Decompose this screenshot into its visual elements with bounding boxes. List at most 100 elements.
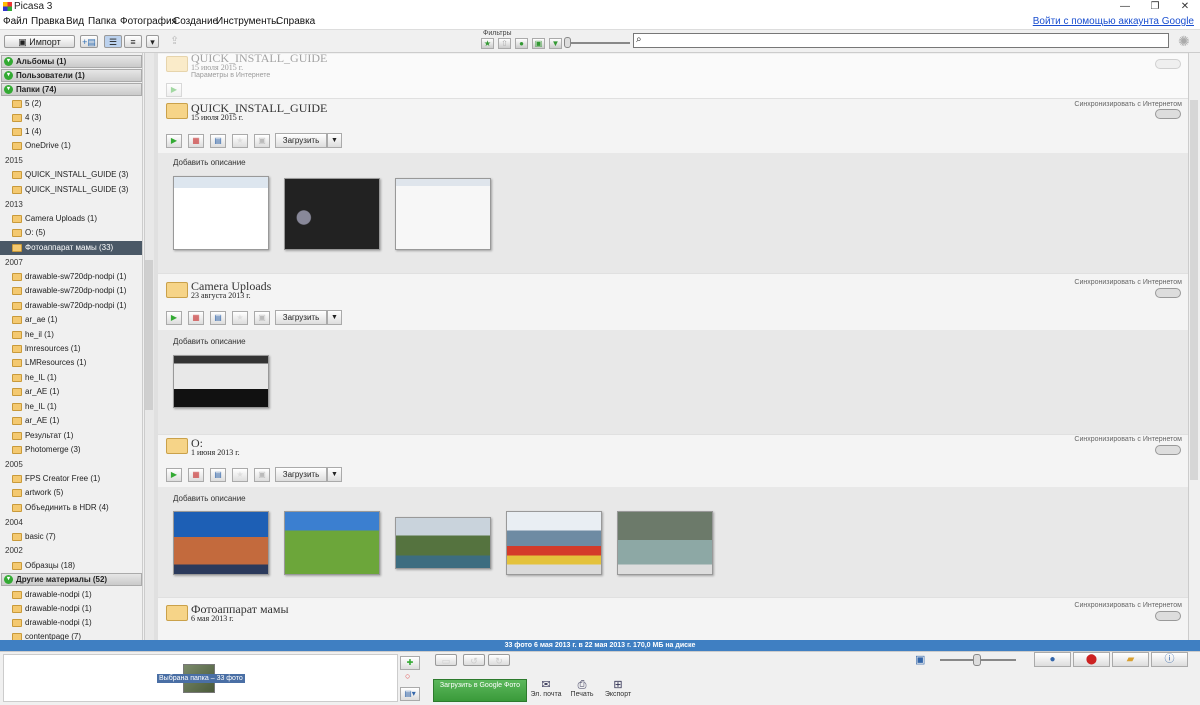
add-description[interactable]: Добавить описание (173, 337, 246, 346)
star-button[interactable]: ★ (232, 468, 248, 482)
photo-thumbnail[interactable] (173, 355, 269, 408)
sidebar-item-folder[interactable]: he_il (1) (0, 328, 142, 342)
sidebar-item-selected[interactable]: Фотоаппарат мамы (33) (0, 241, 142, 255)
section-users[interactable]: ▾ Пользователи (1) (1, 69, 142, 82)
menu-tools[interactable]: Инструменты (216, 16, 278, 27)
blog-button[interactable]: ▤ (210, 134, 226, 148)
sidebar-item-folder[interactable]: Объединить в HDR (4) (0, 501, 142, 515)
sync-toggle[interactable] (1155, 288, 1181, 298)
add-to-button[interactable]: ▤▾ (400, 687, 420, 701)
sidebar-item-folder[interactable]: drawable-sw720dp-nodpi (1) (0, 284, 142, 298)
minimize-button[interactable]: — (1110, 0, 1140, 14)
sidebar-item-folder[interactable]: Photomerge (3) (0, 443, 142, 457)
sidebar-scroll-thumb[interactable] (145, 260, 153, 410)
upload-google-photos-button[interactable]: Загрузить в Google Фото (433, 679, 527, 702)
collage-button[interactable]: ▦ (188, 134, 204, 148)
blog-button[interactable]: ▤ (210, 468, 226, 482)
share-icon[interactable]: ⇪ (170, 34, 179, 47)
sync-toggle[interactable] (1155, 445, 1181, 455)
menu-edit[interactable]: Правка (31, 16, 65, 27)
clear-tray-button[interactable]: ○ (405, 671, 410, 681)
main-scroll-thumb[interactable] (1190, 100, 1198, 480)
menu-create[interactable]: Создание (173, 16, 218, 27)
sidebar-item-folder[interactable]: 4 (3) (0, 111, 142, 125)
filter-date-slider[interactable] (566, 42, 630, 44)
rotate-button[interactable]: ▭ (435, 654, 457, 666)
sync-toggle[interactable] (1155, 109, 1181, 119)
sidebar-item-folder[interactable]: lmresources (1) (0, 342, 142, 356)
tags-button[interactable]: ▰ (1112, 652, 1149, 667)
search-input[interactable] (633, 33, 1169, 48)
sync-toggle[interactable] (1155, 611, 1181, 621)
section-other[interactable]: ▾ Другие материалы (52) (1, 573, 142, 586)
sidebar-item-folder[interactable]: QUICK_INSTALL_GUIDE (3) (0, 168, 142, 182)
upload-dropdown[interactable]: ▼ (327, 467, 342, 482)
save-button[interactable]: ▣ (254, 311, 270, 325)
sidebar-item-folder[interactable]: he_IL (1) (0, 400, 142, 414)
photo-thumbnail[interactable] (173, 511, 269, 575)
sidebar-item-folder[interactable]: FPS Creator Free (1) (0, 472, 142, 486)
upload-button[interactable]: Загрузить (275, 133, 327, 148)
rotate-left-button[interactable]: ↺ (463, 654, 485, 666)
photo-thumbnail[interactable] (284, 178, 380, 250)
upload-dropdown[interactable]: ▼ (327, 133, 342, 148)
filter-slider-handle[interactable] (564, 37, 571, 48)
sidebar-item-folder[interactable]: drawable-nodpi (1) (0, 616, 142, 630)
sidebar-item-folder[interactable]: he_IL (1) (0, 371, 142, 385)
menu-photo[interactable]: Фотография (120, 16, 177, 27)
sidebar-item-folder[interactable]: drawable-nodpi (1) (0, 588, 142, 602)
filter-geotag-button[interactable]: ▼ (549, 38, 562, 49)
slideshow-button[interactable]: ▶ (166, 311, 182, 325)
thumbnail-size-handle[interactable] (973, 654, 981, 666)
view-tree-button[interactable]: ≡ (124, 35, 142, 48)
menu-view[interactable]: Вид (66, 16, 84, 27)
sidebar-item-folder[interactable]: drawable-sw720dp-nodpi (1) (0, 270, 142, 284)
sync-toggle[interactable] (1155, 59, 1181, 69)
rotate-right-button[interactable]: ↻ (488, 654, 510, 666)
upload-button[interactable]: Загрузить (275, 310, 327, 325)
photo-thumbnail[interactable] (506, 511, 602, 575)
menu-help[interactable]: Справка (276, 16, 315, 27)
filter-faces-button[interactable]: ● (515, 38, 528, 49)
menu-file[interactable]: Файл (3, 16, 28, 27)
maximize-button[interactable]: ❐ (1140, 0, 1170, 14)
upload-button[interactable]: Загрузить (275, 467, 327, 482)
photo-thumbnail[interactable] (284, 511, 380, 575)
sidebar-item-folder[interactable]: ar_AE (1) (0, 385, 142, 399)
sidebar-item-folder[interactable]: 1 (4) (0, 125, 142, 139)
save-button[interactable]: ▣ (254, 468, 270, 482)
sidebar-item-folder[interactable]: O: (5) (0, 226, 142, 240)
sidebar-item-folder[interactable]: basic (7) (0, 530, 142, 544)
sidebar-item-folder[interactable]: contentpage (7) (0, 630, 142, 640)
sidebar-item-folder[interactable]: 5 (2) (0, 97, 142, 111)
sidebar-item-folder[interactable]: artwork (5) (0, 486, 142, 500)
upload-dropdown[interactable]: ▼ (327, 310, 342, 325)
print-button[interactable]: ⎙ Печать (562, 679, 602, 698)
view-dropdown-button[interactable]: ▾ (146, 35, 159, 48)
filter-video-button[interactable]: ▣ (532, 38, 545, 49)
info-button[interactable]: ⓘ (1151, 652, 1188, 667)
menu-folder[interactable]: Папка (88, 16, 116, 27)
section-albums[interactable]: ▾ Альбомы (1) (1, 55, 142, 68)
slideshow-button[interactable]: ▶ (166, 468, 182, 482)
sidebar-item-folder[interactable]: OneDrive (1) (0, 139, 142, 153)
sidebar-item-folder[interactable]: ar_ae (1) (0, 313, 142, 327)
email-button[interactable]: ✉ Эл. почта (526, 679, 566, 698)
save-button[interactable]: ▣ (254, 134, 270, 148)
sidebar-item-folder[interactable]: Camera Uploads (1) (0, 212, 142, 226)
hold-button[interactable]: ✚ (400, 656, 420, 670)
sidebar-item-folder[interactable]: QUICK_INSTALL_GUIDE (3) (0, 183, 142, 197)
close-button[interactable]: ✕ (1170, 0, 1200, 14)
star-button[interactable]: ★ (232, 311, 248, 325)
import-button[interactable]: ▣ Импорт (4, 35, 75, 48)
google-login-link[interactable]: Войти с помощью аккаунта Google (1033, 16, 1194, 27)
star-button[interactable]: ★ (232, 134, 248, 148)
slideshow-button[interactable]: ▶ (166, 134, 182, 148)
section-folders[interactable]: ▾ Папки (74) (1, 83, 142, 96)
filter-starred-button[interactable]: ★ (481, 38, 494, 49)
collage-button[interactable]: ▦ (188, 311, 204, 325)
filter-upload-button[interactable]: ⇧ (498, 38, 511, 49)
photo-thumbnail[interactable] (395, 517, 491, 569)
sidebar-item-folder[interactable]: Образцы (18) (0, 559, 142, 573)
add-description[interactable]: Добавить описание (173, 158, 246, 167)
